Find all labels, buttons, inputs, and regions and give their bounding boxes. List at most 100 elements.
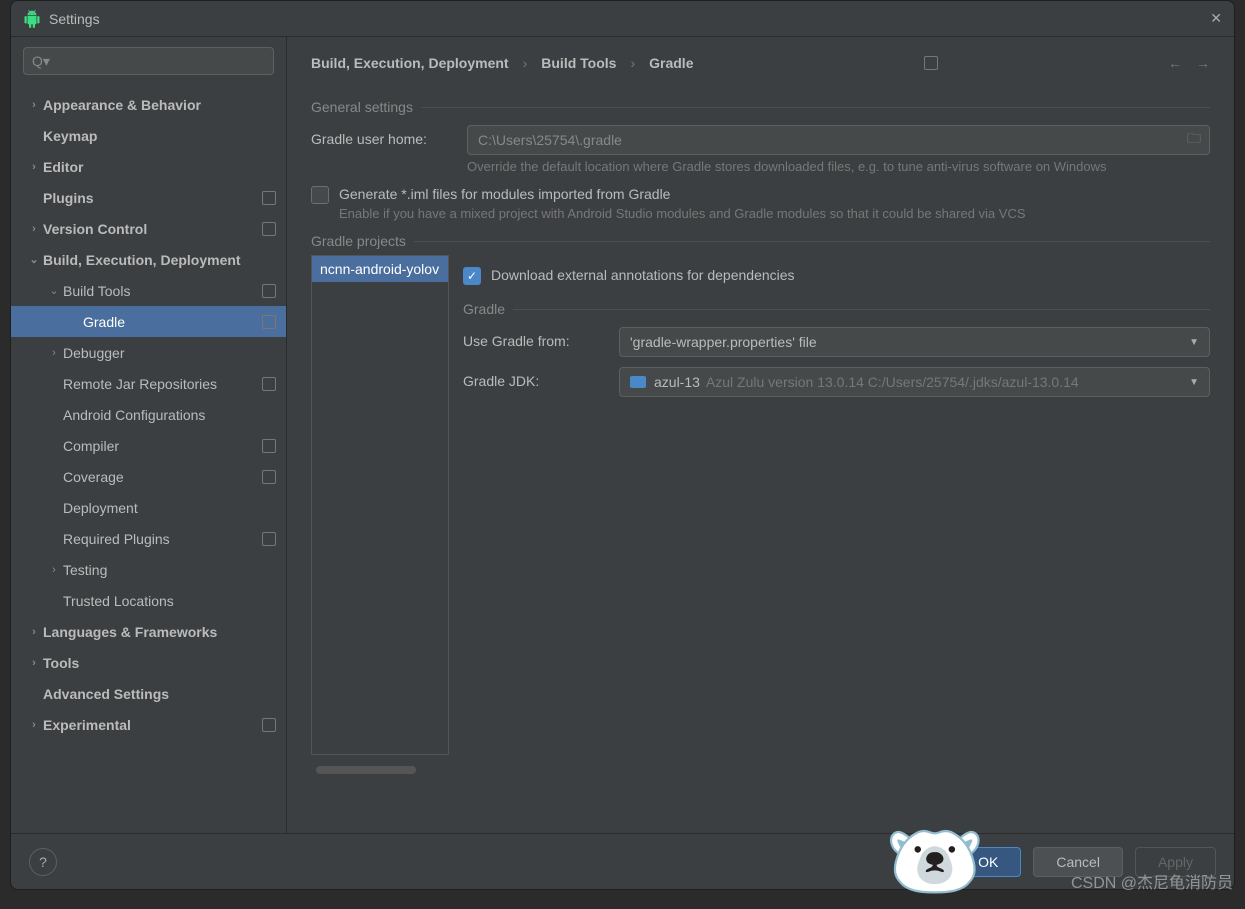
chevron-icon: ⌄ xyxy=(25,253,43,266)
subsection-gradle: Gradle xyxy=(463,301,1210,317)
scope-badge-icon xyxy=(262,222,276,236)
folder-icon[interactable]: 🗀 xyxy=(1187,128,1201,152)
tree-item-label: Testing xyxy=(63,562,107,578)
chevron-icon: › xyxy=(25,626,43,638)
footer: ? OK Cancel Apply xyxy=(11,833,1234,889)
tree-item[interactable]: ›Experimental xyxy=(11,709,286,740)
tree-item-label: Android Configurations xyxy=(63,407,205,423)
tree-item[interactable]: Plugins xyxy=(11,182,286,213)
scope-badge-icon xyxy=(262,377,276,391)
use-gradle-from-select[interactable]: 'gradle-wrapper.properties' file ▼ xyxy=(619,327,1210,357)
gradle-home-value: C:\Users\25754\.gradle xyxy=(478,132,622,148)
back-icon[interactable]: ← xyxy=(1168,55,1182,71)
tree-item-label: Experimental xyxy=(43,717,131,733)
download-annotations-checkbox[interactable]: ✓ xyxy=(463,267,481,285)
chevron-icon: › xyxy=(45,564,63,576)
chevron-icon: › xyxy=(25,719,43,731)
download-annotations-label: Download external annotations for depend… xyxy=(491,267,795,283)
window-title: Settings xyxy=(49,11,100,27)
chevron-right-icon: › xyxy=(523,55,528,71)
tree-item[interactable]: Compiler xyxy=(11,430,286,461)
close-icon[interactable]: ✕ xyxy=(1210,10,1222,27)
breadcrumb-item[interactable]: Build, Execution, Deployment xyxy=(311,55,509,71)
project-item[interactable]: ncnn-android-yolov xyxy=(312,256,448,282)
generate-iml-checkbox[interactable] xyxy=(311,186,329,204)
section-general: General settings xyxy=(311,99,1210,115)
tree-item[interactable]: ›Editor xyxy=(11,151,286,182)
dialog-body: Q▾ ›Appearance & BehaviorKeymap›EditorPl… xyxy=(11,37,1234,833)
tree-item[interactable]: Gradle xyxy=(11,306,286,337)
tree-item[interactable]: Android Configurations xyxy=(11,399,286,430)
tree-item-label: Languages & Frameworks xyxy=(43,624,217,640)
gradle-jdk-label: Gradle JDK: xyxy=(463,367,603,389)
tree-item[interactable]: ›Debugger xyxy=(11,337,286,368)
tree-item-label: Trusted Locations xyxy=(63,593,174,609)
tree-item[interactable]: Keymap xyxy=(11,120,286,151)
tree-item-label: Plugins xyxy=(43,190,94,206)
chevron-icon: › xyxy=(25,223,43,235)
chevron-down-icon: ▼ xyxy=(1189,337,1199,348)
gradle-jdk-select[interactable]: azul-13 Azul Zulu version 13.0.14 C:/Use… xyxy=(619,367,1210,397)
jdk-icon xyxy=(630,376,646,388)
settings-tree: ›Appearance & BehaviorKeymap›EditorPlugi… xyxy=(11,85,286,833)
generate-iml-hint: Enable if you have a mixed project with … xyxy=(339,206,1026,221)
gradle-home-hint: Override the default location where Grad… xyxy=(467,159,1210,174)
gradle-home-input[interactable]: C:\Users\25754\.gradle 🗀 xyxy=(467,125,1210,155)
tree-item[interactable]: ›Appearance & Behavior xyxy=(11,89,286,120)
tree-item[interactable]: Trusted Locations xyxy=(11,585,286,616)
cancel-button[interactable]: Cancel xyxy=(1033,847,1123,877)
breadcrumb-item[interactable]: Gradle xyxy=(649,55,693,71)
android-icon xyxy=(23,10,41,28)
tree-item[interactable]: ›Tools xyxy=(11,647,286,678)
scope-badge-icon xyxy=(262,191,276,205)
content: General settings Gradle user home: C:\Us… xyxy=(287,79,1234,833)
titlebar: Settings ✕ xyxy=(11,1,1234,37)
chevron-icon: ⌄ xyxy=(45,284,63,297)
scope-badge-icon xyxy=(262,284,276,298)
generate-iml-label: Generate *.iml files for modules importe… xyxy=(339,186,1026,202)
jdk-name: azul-13 xyxy=(654,374,700,390)
chevron-icon: › xyxy=(25,161,43,173)
tree-item-label: Gradle xyxy=(83,314,125,330)
tree-item[interactable]: Required Plugins xyxy=(11,523,286,554)
section-label: Gradle projects xyxy=(311,233,406,249)
apply-button[interactable]: Apply xyxy=(1135,847,1216,877)
jdk-path: Azul Zulu version 13.0.14 C:/Users/25754… xyxy=(706,374,1079,390)
tree-item-label: Build, Execution, Deployment xyxy=(43,252,241,268)
chevron-icon: › xyxy=(25,99,43,111)
chevron-down-icon: ▼ xyxy=(1189,377,1199,388)
help-button[interactable]: ? xyxy=(29,848,57,876)
tree-item[interactable]: Coverage xyxy=(11,461,286,492)
tree-item[interactable]: ›Testing xyxy=(11,554,286,585)
tree-item[interactable]: Remote Jar Repositories xyxy=(11,368,286,399)
use-gradle-from-label: Use Gradle from: xyxy=(463,327,603,349)
tree-item-label: Required Plugins xyxy=(63,531,170,547)
sidebar: Q▾ ›Appearance & BehaviorKeymap›EditorPl… xyxy=(11,37,287,833)
tree-item-label: Compiler xyxy=(63,438,119,454)
tree-item[interactable]: ⌄Build Tools xyxy=(11,275,286,306)
tree-item[interactable]: Deployment xyxy=(11,492,286,523)
section-label: General settings xyxy=(311,99,413,115)
tree-item[interactable]: ⌄Build, Execution, Deployment xyxy=(11,244,286,275)
scope-badge-icon xyxy=(262,532,276,546)
tree-item-label: Tools xyxy=(43,655,79,671)
tree-item-label: Advanced Settings xyxy=(43,686,169,702)
search-input[interactable]: Q▾ xyxy=(23,47,274,75)
forward-icon[interactable]: → xyxy=(1196,55,1210,71)
scope-badge-icon xyxy=(924,56,938,70)
select-value: 'gradle-wrapper.properties' file xyxy=(630,334,817,350)
project-list[interactable]: ncnn-android-yolov xyxy=(311,255,449,755)
ok-button[interactable]: OK xyxy=(955,847,1021,877)
tree-item-label: Debugger xyxy=(63,345,125,361)
tree-item[interactable]: ›Version Control xyxy=(11,213,286,244)
chevron-icon: › xyxy=(45,347,63,359)
tree-item-label: Editor xyxy=(43,159,83,175)
scrollbar[interactable] xyxy=(316,766,416,774)
chevron-icon: › xyxy=(25,657,43,669)
main-panel: Build, Execution, Deployment › Build Too… xyxy=(287,37,1234,833)
tree-item[interactable]: ›Languages & Frameworks xyxy=(11,616,286,647)
gradle-home-label: Gradle user home: xyxy=(311,125,451,147)
tree-item[interactable]: Advanced Settings xyxy=(11,678,286,709)
scope-badge-icon xyxy=(262,718,276,732)
breadcrumb-item[interactable]: Build Tools xyxy=(541,55,616,71)
